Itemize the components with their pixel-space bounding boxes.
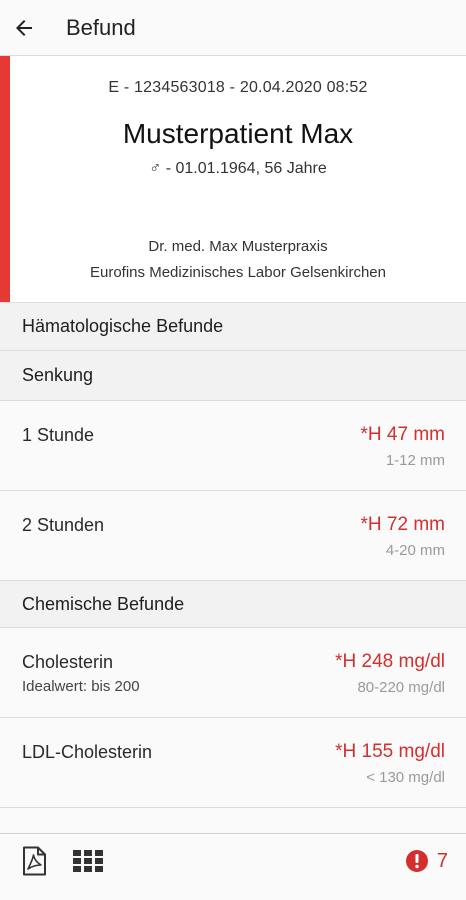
referring-doctor: Dr. med. Max Musterpraxis <box>148 238 328 255</box>
alert-icon <box>405 850 428 872</box>
result-row[interactable]: 1 Stunde *H 47 mm 1-12 mm <box>0 401 466 491</box>
order-info: E - 1234563018 - 20.04.2020 08:52 <box>108 79 368 96</box>
result-row[interactable]: Cholesterin Idealwert: bis 200 *H 248 mg… <box>0 628 466 718</box>
result-value: *H 47 mm <box>360 424 445 445</box>
patient-dob: ♂ - 01.01.1964, 56 Jahre <box>10 160 466 178</box>
result-row[interactable]: LDL-Cholesterin *H 155 mg/dl < 130 mg/dl <box>0 718 466 808</box>
laboratory-name: Eurofins Medizinisches Labor Gelsenkirch… <box>90 264 386 281</box>
reference-range: 4-20 mm <box>385 542 445 559</box>
result-value: *H 72 mm <box>360 514 445 535</box>
result-name: 2 Stunden <box>22 515 105 535</box>
grid-icon <box>73 850 103 872</box>
page-title: Befund <box>66 14 136 40</box>
arrow-left-icon <box>16 19 32 36</box>
result-value: *H 248 mg/dl <box>335 651 445 672</box>
reference-range: 80-220 mg/dl <box>357 679 445 696</box>
bottom-toolbar: 7 <box>0 833 466 900</box>
grid-view-button[interactable] <box>72 849 104 873</box>
pdf-icon <box>23 846 46 876</box>
section-header-hematology: Hämatologische Befunde <box>0 303 466 351</box>
alert-count: 7 <box>436 849 448 872</box>
result-name: Cholesterin <box>22 652 114 672</box>
reference-range: < 130 mg/dl <box>366 769 445 786</box>
status-accent-bar <box>0 56 10 302</box>
result-note: Idealwert: bis 200 <box>22 678 140 695</box>
alerts-button[interactable]: 7 <box>405 849 448 873</box>
result-value: *H 155 mg/dl <box>335 741 445 762</box>
birthdate-age: - 01.01.1964, 56 Jahre <box>161 160 327 177</box>
section-header-chemistry: Chemische Befunde <box>0 581 466 628</box>
patient-name: Musterpatient Max <box>122 118 354 149</box>
pdf-button[interactable] <box>20 846 48 876</box>
result-name: 1 Stunde <box>22 425 95 445</box>
result-name: LDL-Cholesterin <box>22 742 153 762</box>
reference-range: 1-12 mm <box>385 452 445 469</box>
male-gender-icon: ♂ <box>149 160 162 177</box>
result-row[interactable]: 2 Stunden *H 72 mm 4-20 mm <box>0 491 466 581</box>
app-bar: Befund <box>0 0 466 56</box>
patient-header: E - 1234563018 - 20.04.2020 08:52 Muster… <box>0 56 466 303</box>
back-button[interactable] <box>2 6 46 50</box>
section-header-senkung: Senkung <box>0 351 466 401</box>
